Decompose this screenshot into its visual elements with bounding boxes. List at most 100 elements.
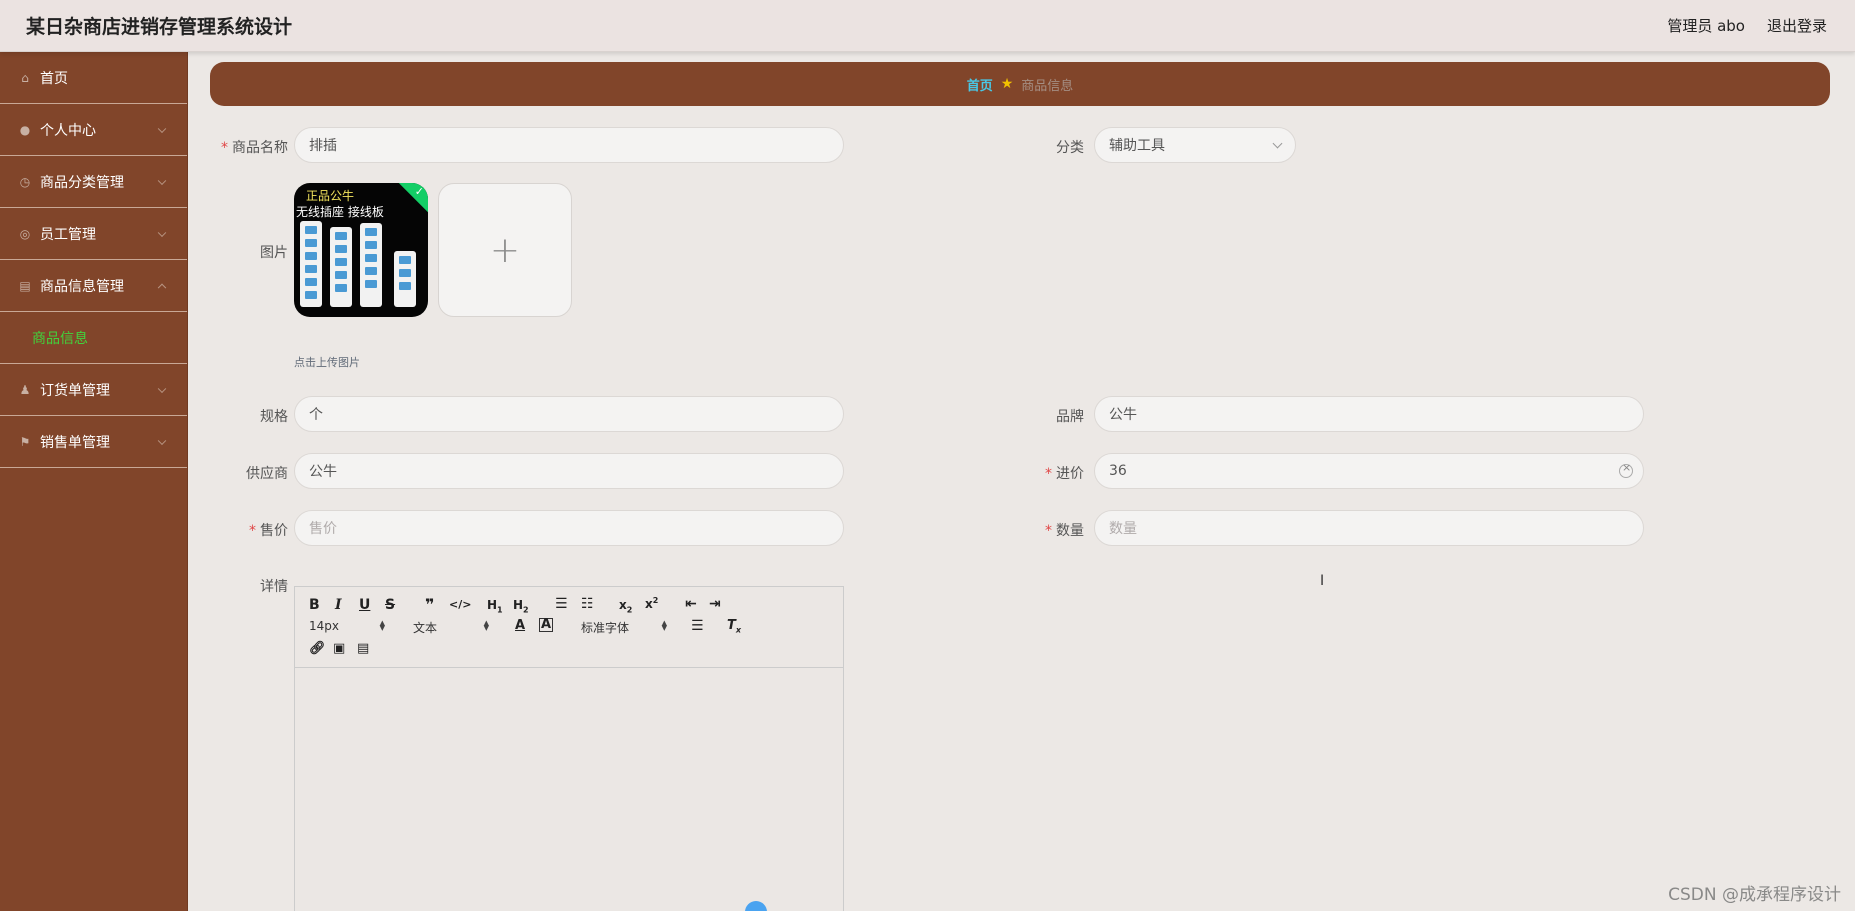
italic-button[interactable]: I (335, 597, 342, 613)
sidebar-item-label: 商品分类管理 (40, 174, 124, 191)
current-user: 管理员 abo (1667, 17, 1745, 35)
power-strip-graphic (360, 223, 382, 307)
product-form: * 商品名称 排插 分类 辅助工具 图片 正品公牛 无线插座 接线板 ✓ + 点击… (210, 116, 1830, 911)
bold-button[interactable]: B (309, 597, 320, 613)
image-upload-button[interactable]: + (438, 183, 572, 317)
sidebar-item-sales-management[interactable]: ⚑ 销售单管理 (0, 416, 187, 468)
image-label: 图片 (260, 245, 288, 261)
sidebar-subitem-product-info[interactable]: 商品信息 (0, 312, 187, 364)
code-button[interactable]: </> (449, 598, 471, 611)
top-header: 某日杂商店进销存管理系统设计 管理员 abo 退出登录 (0, 0, 1855, 52)
required-mark: * (1045, 523, 1052, 539)
background-color-button[interactable]: A (539, 618, 554, 632)
chevron-up-icon (157, 283, 167, 292)
user-icon: ● (19, 122, 31, 137)
sidebar-item-label: 首页 (40, 70, 68, 87)
home-icon: ⌂ (21, 70, 29, 85)
supplier-input[interactable]: 公牛 (294, 453, 844, 489)
h1-button[interactable]: H1 (487, 598, 503, 614)
text-cursor-icon: I (1320, 573, 1325, 589)
link-icon[interactable]: 🔗︎ (309, 641, 326, 656)
h2-button[interactable]: H2 (513, 598, 529, 614)
bullet-list-button[interactable]: ☷ (581, 596, 594, 612)
image-icon[interactable]: ▣ (333, 641, 345, 656)
plus-icon: + (489, 229, 521, 271)
brand-input[interactable]: 公牛 (1094, 396, 1644, 432)
globe-icon: ◎ (19, 226, 31, 241)
pin-icon: ⚑ (19, 434, 31, 449)
category-select[interactable]: 辅助工具 (1094, 127, 1296, 163)
upload-tip: 点击上传图片 (294, 356, 360, 369)
sidebar-item-home[interactable]: ⌂ 首页 (0, 52, 187, 104)
supplier-label: 供应商 (246, 466, 288, 482)
breadcrumb-current: 商品信息 (1021, 78, 1074, 94)
quantity-label: * 数量 (1045, 523, 1084, 539)
font-color-button[interactable]: A (515, 618, 525, 633)
watermark: CSDN @成承程序设计 (1668, 885, 1841, 905)
purchase-price-label: * 进价 (1045, 466, 1084, 482)
chevron-down-icon (1272, 138, 1283, 149)
sidebar-item-label: 销售单管理 (40, 434, 110, 451)
outdent-button[interactable]: ⇤ (685, 596, 697, 612)
clock-icon: ◷ (19, 174, 31, 189)
breadcrumb-home[interactable]: 首页 (967, 75, 993, 94)
underline-button[interactable]: U (359, 597, 370, 613)
chevron-down-icon (157, 384, 167, 393)
power-strip-graphic (394, 251, 416, 307)
align-button[interactable]: ☰ (691, 618, 704, 634)
sale-price-label: * 售价 (249, 523, 288, 539)
name-label: * 商品名称 (221, 140, 288, 156)
sidebar-item-product-management[interactable]: ▤ 商品信息管理 (0, 260, 187, 312)
text-type-select[interactable]: 文本 ▲ ▼ (413, 619, 489, 636)
editor-toolbar: B I U S ❞ </> H1 H2 ☰ ☷ x2 x2 ⇤ ⇥ 14px ▲ ▼… (295, 587, 843, 668)
required-mark: * (249, 523, 256, 539)
font-size-select[interactable]: 14px ▲ ▼ (309, 619, 385, 633)
required-mark: * (221, 140, 228, 156)
sidebar-item-label: 订货单管理 (40, 382, 110, 399)
sidebar-item-category-management[interactable]: ◷ 商品分类管理 (0, 156, 187, 208)
power-strip-graphic (330, 227, 352, 307)
header-right: 管理员 abo 退出登录 (1667, 15, 1827, 36)
spec-label: 规格 (260, 409, 288, 425)
video-icon[interactable]: ▤ (357, 641, 369, 656)
sidebar-item-label: 个人中心 (40, 122, 96, 139)
rich-text-editor: B I U S ❞ </> H1 H2 ☰ ☷ x2 x2 ⇤ ⇥ 14px ▲ ▼… (294, 586, 844, 911)
superscript-button[interactable]: x2 (645, 596, 658, 611)
clear-format-button[interactable]: Tx (727, 618, 741, 635)
strike-button[interactable]: S (385, 597, 395, 613)
purchase-price-input[interactable]: 36 (1094, 453, 1644, 489)
editor-content-area[interactable] (295, 668, 843, 911)
clear-icon[interactable] (1619, 461, 1633, 478)
ordered-list-button[interactable]: ☰ (555, 596, 568, 612)
chevron-down-icon (157, 228, 167, 237)
required-mark: * (1045, 466, 1052, 482)
sidebar-item-label: 员工管理 (40, 226, 96, 243)
quantity-input[interactable]: 数量 (1094, 510, 1644, 546)
font-family-select[interactable]: 标准字体 ▲ ▼ (581, 619, 667, 636)
sidebar-item-order-management[interactable]: ♟ 订货单管理 (0, 364, 187, 416)
power-strip-graphic (300, 221, 322, 307)
chevron-down-icon (157, 176, 167, 185)
spec-input[interactable]: 个 (294, 396, 844, 432)
name-input[interactable]: 排插 (294, 127, 844, 163)
indent-button[interactable]: ⇥ (709, 596, 721, 612)
blockquote-button[interactable]: ❞ (425, 595, 434, 614)
star-icon: ★ (1000, 76, 1014, 92)
sidebar-item-staff-management[interactable]: ◎ 员工管理 (0, 208, 187, 260)
sale-price-input[interactable]: 售价 (294, 510, 844, 546)
uploaded-image-thumbnail[interactable]: 正品公牛 无线插座 接线板 ✓ (294, 183, 428, 317)
sidebar-item-label: 商品信息管理 (40, 278, 124, 295)
logout-link[interactable]: 退出登录 (1767, 15, 1827, 36)
chevron-down-icon (157, 124, 167, 133)
sidebar: ⌂ 首页 ● 个人中心 ◷ 商品分类管理 ◎ 员工管理 ▤ 商品信息管理 商品信… (0, 52, 188, 911)
brand-label: 品牌 (1056, 409, 1084, 425)
check-icon: ✓ (414, 185, 424, 198)
subscript-button[interactable]: x2 (619, 598, 632, 614)
app-title: 某日杂商店进销存管理系统设计 (26, 16, 293, 38)
chevron-down-icon (157, 436, 167, 445)
breadcrumb: 首页 ★ 商品信息 (210, 62, 1830, 106)
category-label: 分类 (1056, 140, 1084, 156)
clipboard-icon: ▤ (19, 278, 31, 293)
sidebar-item-personal-center[interactable]: ● 个人中心 (0, 104, 187, 156)
detail-label: 详情 (260, 579, 288, 595)
